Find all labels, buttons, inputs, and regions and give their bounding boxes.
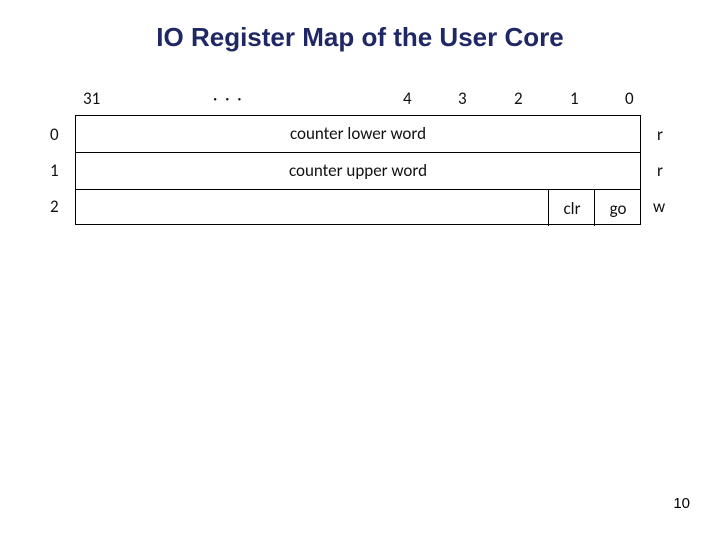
bit-label-3: 3 — [458, 88, 467, 109]
row-label-2: 2 — [50, 196, 59, 217]
bit-label-2: 2 — [514, 88, 523, 109]
bit-label-1: 1 — [570, 88, 579, 109]
bit-label-ellipsis: · · · — [213, 88, 244, 109]
register-row-0: counter lower word — [76, 116, 640, 153]
access-label-0: r — [657, 124, 663, 145]
register-row-0-desc: counter lower word — [76, 116, 640, 152]
bit-label-4: 4 — [403, 88, 412, 109]
row-label-1: 1 — [50, 160, 59, 181]
bit-label-31: 31 — [83, 88, 100, 109]
register-row-2-clr: clr — [548, 190, 595, 226]
access-label-2: w — [653, 196, 665, 217]
page-number: 10 — [673, 495, 690, 512]
register-row-1-desc: counter upper word — [76, 153, 640, 189]
register-row-1: counter upper word — [76, 153, 640, 190]
register-map-diagram: 31 · · · 4 3 2 1 0 0 1 2 r r w counter l… — [45, 80, 685, 260]
register-row-2-go: go — [594, 190, 641, 226]
row-label-0: 0 — [50, 124, 59, 145]
register-table: counter lower word counter upper word cl… — [75, 115, 641, 225]
register-row-2: clr go — [76, 190, 640, 226]
access-label-1: r — [657, 160, 663, 181]
bit-label-0: 0 — [625, 88, 634, 109]
slide-title: IO Register Map of the User Core — [0, 0, 720, 53]
